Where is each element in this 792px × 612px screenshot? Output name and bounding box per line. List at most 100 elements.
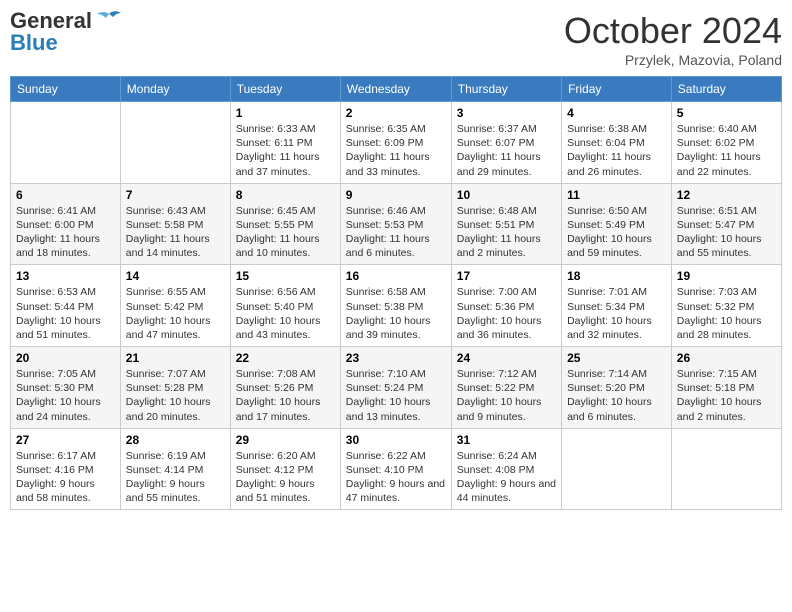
day-number: 15 bbox=[236, 269, 335, 283]
calendar-cell: 22 Sunrise: 7:08 AMSunset: 5:26 PMDayligh… bbox=[230, 347, 340, 429]
day-text: Sunrise: 6:51 AMSunset: 5:47 PMDaylight:… bbox=[677, 205, 762, 260]
day-text: Sunrise: 6:33 AMSunset: 6:11 PMDaylight:… bbox=[236, 123, 320, 178]
day-text: Sunrise: 6:43 AMSunset: 5:58 PMDaylight:… bbox=[126, 205, 210, 260]
day-number: 29 bbox=[236, 433, 335, 447]
weekday-header-tuesday: Tuesday bbox=[230, 77, 340, 102]
calendar-cell: 14Sunrise: 6:55 AMSunset: 5:42 PMDayligh… bbox=[120, 265, 230, 347]
day-text: Sunrise: 6:53 AMSunset: 5:44 PMDaylight:… bbox=[16, 286, 101, 341]
calendar-cell: 13 Sunrise: 6:53 AMSunset: 5:44 PMDayligh… bbox=[11, 265, 121, 347]
weekday-header-friday: Friday bbox=[562, 77, 672, 102]
calendar-cell: 8 Sunrise: 6:45 AMSunset: 5:55 PMDaylight… bbox=[230, 183, 340, 265]
day-number: 31 bbox=[457, 433, 556, 447]
day-text: Sunrise: 6:37 AMSunset: 6:07 PMDaylight:… bbox=[457, 123, 541, 178]
day-text: Sunrise: 6:20 AMSunset: 4:12 PMDaylight:… bbox=[236, 450, 316, 505]
day-text: Sunrise: 6:19 AMSunset: 4:14 PMDaylight:… bbox=[126, 450, 206, 505]
day-number: 28 bbox=[126, 433, 225, 447]
calendar-cell: 9Sunrise: 6:46 AMSunset: 5:53 PMDaylight… bbox=[340, 183, 451, 265]
calendar-table: SundayMondayTuesdayWednesdayThursdayFrid… bbox=[10, 76, 782, 510]
day-text: Sunrise: 7:10 AMSunset: 5:24 PMDaylight:… bbox=[346, 368, 431, 423]
logo-blue: Blue bbox=[10, 32, 123, 54]
calendar-cell: 7 Sunrise: 6:43 AMSunset: 5:58 PMDaylight… bbox=[120, 183, 230, 265]
day-text: Sunrise: 7:14 AMSunset: 5:20 PMDaylight:… bbox=[567, 368, 652, 423]
weekday-header-row: SundayMondayTuesdayWednesdayThursdayFrid… bbox=[11, 77, 782, 102]
day-number: 19 bbox=[677, 269, 776, 283]
day-text: Sunrise: 7:15 AMSunset: 5:18 PMDaylight:… bbox=[677, 368, 762, 423]
day-number: 20 bbox=[16, 351, 115, 365]
day-text: Sunrise: 7:08 AMSunset: 5:26 PMDaylight:… bbox=[236, 368, 321, 423]
calendar-cell: 24 Sunrise: 7:12 AMSunset: 5:22 PMDayligh… bbox=[451, 347, 561, 429]
calendar-cell: 4 Sunrise: 6:38 AMSunset: 6:04 PMDaylight… bbox=[562, 102, 672, 184]
calendar-cell: 23Sunrise: 7:10 AMSunset: 5:24 PMDayligh… bbox=[340, 347, 451, 429]
day-number: 30 bbox=[346, 433, 446, 447]
calendar-cell: 21Sunrise: 7:07 AMSunset: 5:28 PMDayligh… bbox=[120, 347, 230, 429]
day-text: Sunrise: 7:03 AMSunset: 5:32 PMDaylight:… bbox=[677, 286, 762, 341]
day-text: Sunrise: 6:24 AMSunset: 4:08 PMDaylight:… bbox=[457, 450, 556, 505]
title-block: October 2024 Przylek, Mazovia, Poland bbox=[564, 10, 782, 68]
day-number: 6 bbox=[16, 188, 115, 202]
calendar-cell: 19 Sunrise: 7:03 AMSunset: 5:32 PMDayligh… bbox=[671, 265, 781, 347]
day-number: 3 bbox=[457, 106, 556, 120]
day-text: Sunrise: 7:05 AMSunset: 5:30 PMDaylight:… bbox=[16, 368, 101, 423]
calendar-cell: 18Sunrise: 7:01 AMSunset: 5:34 PMDayligh… bbox=[562, 265, 672, 347]
calendar-cell: 31 Sunrise: 6:24 AMSunset: 4:08 PMDayligh… bbox=[451, 428, 561, 510]
day-number: 7 bbox=[126, 188, 225, 202]
day-text: Sunrise: 7:00 AMSunset: 5:36 PMDaylight:… bbox=[457, 286, 542, 341]
day-number: 22 bbox=[236, 351, 335, 365]
day-number: 18 bbox=[567, 269, 666, 283]
day-number: 16 bbox=[346, 269, 446, 283]
month-title: October 2024 bbox=[564, 10, 782, 52]
calendar-cell: 5 Sunrise: 6:40 AMSunset: 6:02 PMDaylight… bbox=[671, 102, 781, 184]
day-text: Sunrise: 7:12 AMSunset: 5:22 PMDaylight:… bbox=[457, 368, 542, 423]
logo: General Blue bbox=[10, 10, 123, 54]
logo-bird-icon bbox=[95, 10, 123, 32]
day-number: 21 bbox=[126, 351, 225, 365]
day-number: 8 bbox=[236, 188, 335, 202]
calendar-cell: 6Sunrise: 6:41 AMSunset: 6:00 PMDaylight… bbox=[11, 183, 121, 265]
day-text: Sunrise: 6:50 AMSunset: 5:49 PMDaylight:… bbox=[567, 205, 652, 260]
calendar-week-2: 6Sunrise: 6:41 AMSunset: 6:00 PMDaylight… bbox=[11, 183, 782, 265]
calendar-cell: 27Sunrise: 6:17 AMSunset: 4:16 PMDayligh… bbox=[11, 428, 121, 510]
day-text: Sunrise: 6:58 AMSunset: 5:38 PMDaylight:… bbox=[346, 286, 431, 341]
calendar-cell bbox=[671, 428, 781, 510]
calendar-cell: 11 Sunrise: 6:50 AMSunset: 5:49 PMDayligh… bbox=[562, 183, 672, 265]
day-number: 14 bbox=[126, 269, 225, 283]
day-number: 1 bbox=[236, 106, 335, 120]
calendar-cell bbox=[562, 428, 672, 510]
day-number: 2 bbox=[346, 106, 446, 120]
calendar-cell: 12Sunrise: 6:51 AMSunset: 5:47 PMDayligh… bbox=[671, 183, 781, 265]
calendar-week-4: 20 Sunrise: 7:05 AMSunset: 5:30 PMDayligh… bbox=[11, 347, 782, 429]
weekday-header-thursday: Thursday bbox=[451, 77, 561, 102]
day-number: 5 bbox=[677, 106, 776, 120]
location-subtitle: Przylek, Mazovia, Poland bbox=[564, 52, 782, 68]
day-text: Sunrise: 6:35 AMSunset: 6:09 PMDaylight:… bbox=[346, 123, 430, 178]
day-number: 13 bbox=[16, 269, 115, 283]
day-number: 24 bbox=[457, 351, 556, 365]
calendar-cell: 30Sunrise: 6:22 AMSunset: 4:10 PMDayligh… bbox=[340, 428, 451, 510]
day-number: 9 bbox=[346, 188, 446, 202]
day-number: 25 bbox=[567, 351, 666, 365]
calendar-cell: 25 Sunrise: 7:14 AMSunset: 5:20 PMDayligh… bbox=[562, 347, 672, 429]
day-number: 11 bbox=[567, 188, 666, 202]
calendar-cell: 17Sunrise: 7:00 AMSunset: 5:36 PMDayligh… bbox=[451, 265, 561, 347]
page-header: General Blue October 2024 Przylek, Mazov… bbox=[10, 10, 782, 68]
calendar-cell: 29 Sunrise: 6:20 AMSunset: 4:12 PMDayligh… bbox=[230, 428, 340, 510]
day-text: Sunrise: 6:45 AMSunset: 5:55 PMDaylight:… bbox=[236, 205, 320, 260]
day-text: Sunrise: 6:48 AMSunset: 5:51 PMDaylight:… bbox=[457, 205, 541, 260]
day-text: Sunrise: 6:38 AMSunset: 6:04 PMDaylight:… bbox=[567, 123, 651, 178]
calendar-cell: 26 Sunrise: 7:15 AMSunset: 5:18 PMDayligh… bbox=[671, 347, 781, 429]
calendar-cell: 15 Sunrise: 6:56 AMSunset: 5:40 PMDayligh… bbox=[230, 265, 340, 347]
logo-general: General bbox=[10, 10, 92, 32]
day-number: 27 bbox=[16, 433, 115, 447]
weekday-header-saturday: Saturday bbox=[671, 77, 781, 102]
calendar-cell: 10Sunrise: 6:48 AMSunset: 5:51 PMDayligh… bbox=[451, 183, 561, 265]
day-number: 4 bbox=[567, 106, 666, 120]
calendar-cell: 2 Sunrise: 6:35 AMSunset: 6:09 PMDaylight… bbox=[340, 102, 451, 184]
calendar-cell: 28 Sunrise: 6:19 AMSunset: 4:14 PMDayligh… bbox=[120, 428, 230, 510]
day-text: Sunrise: 6:40 AMSunset: 6:02 PMDaylight:… bbox=[677, 123, 761, 178]
day-number: 26 bbox=[677, 351, 776, 365]
day-text: Sunrise: 6:56 AMSunset: 5:40 PMDaylight:… bbox=[236, 286, 321, 341]
calendar-cell: 3 Sunrise: 6:37 AMSunset: 6:07 PMDaylight… bbox=[451, 102, 561, 184]
weekday-header-sunday: Sunday bbox=[11, 77, 121, 102]
calendar-cell: 20 Sunrise: 7:05 AMSunset: 5:30 PMDayligh… bbox=[11, 347, 121, 429]
calendar-cell: 16 Sunrise: 6:58 AMSunset: 5:38 PMDayligh… bbox=[340, 265, 451, 347]
